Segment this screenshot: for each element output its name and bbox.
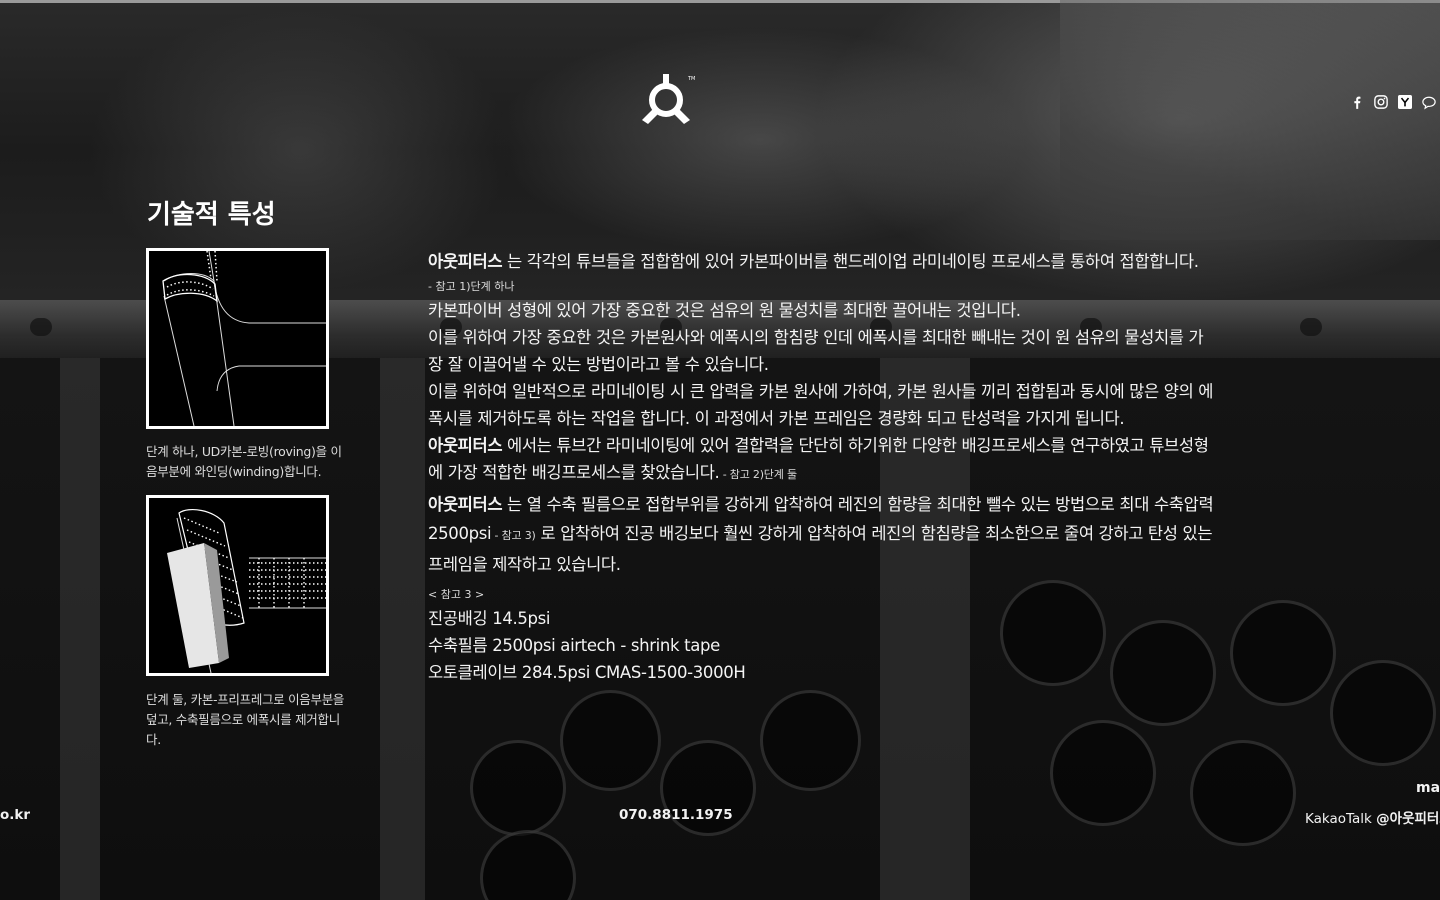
paragraph-2: 카본파이버 성형에 있어 가장 중요한 것은 섬유의 원 물성치를 최대한 끌어…: [428, 301, 1021, 320]
chat-bubble-icon[interactable]: [1422, 94, 1436, 110]
brand-name: 아웃피터스: [428, 495, 503, 514]
reference-3: - 참고 3): [491, 529, 536, 542]
technical-description: 아웃피터스 는 각각의 튜브들을 접합함에 있어 카본파이버를 핸드레이업 라미…: [428, 248, 1218, 686]
spec-item: 오토클레이브 284.5psi CMAS-1500-3000H: [428, 663, 746, 682]
instagram-icon[interactable]: [1374, 94, 1388, 110]
footer-website[interactable]: o.kr: [0, 807, 30, 823]
section-title: 기술적 특성: [147, 200, 276, 230]
footer-phone[interactable]: 070.8811.1975: [619, 807, 733, 823]
paragraph-1: 아웃피터스 는 각각의 튜브들을 접합함에 있어 카본파이버를 핸드레이업 라미…: [428, 252, 1199, 271]
step-one-caption: 단계 하나, UD카본-로빙(roving)을 이음부분에 와인딩(windin…: [146, 444, 342, 479]
paragraph-6: 아웃피터스 는 열 수축 필름으로 접합부위를 강하게 압착하여 레진의 함량을…: [428, 495, 1214, 574]
step-one-illustration: [146, 248, 329, 429]
paragraph-5: 아웃피터스 에서는 튜브간 라미네이팅에 있어 결합력을 단단히 하기위한 다양…: [428, 436, 1209, 482]
svg-text:TM: TM: [687, 76, 695, 82]
facebook-icon[interactable]: [1350, 94, 1364, 110]
reference-1: - 참고 1)단계 하나: [428, 280, 515, 293]
step-two-illustration: [146, 495, 329, 676]
spec-item: 수축필름 2500psi airtech - shrink tape: [428, 636, 720, 655]
brand-name: 아웃피터스: [428, 436, 503, 455]
y-icon[interactable]: [1398, 94, 1412, 110]
brand-logo[interactable]: TM: [638, 72, 698, 132]
paragraph-4: 이를 위하여 일반적으로 라미네이팅 시 큰 압력을 카본 원사에 가하여, 카…: [428, 382, 1214, 428]
reference-3-title: < 참고 3 >: [428, 588, 485, 601]
step-two-caption: 단계 둘, 카본-프리프레그로 이음부분을 덮고, 수축필름으로 에폭시를 제거…: [146, 692, 345, 747]
spec-item: 진공배깅 14.5psi: [428, 609, 551, 628]
reference-2: - 참고 2)단계 둘: [719, 468, 797, 481]
paragraph-3: 이를 위하여 가장 중요한 것은 카본원사와 에폭시의 함침량 인데 에폭시를 …: [428, 328, 1204, 374]
brand-name: 아웃피터스: [428, 252, 503, 271]
footer-kakaotalk[interactable]: KakaoTalk @아웃피터스: [1305, 807, 1440, 827]
footer-email-fragment[interactable]: ma: [1416, 780, 1440, 796]
social-links: [1350, 94, 1436, 110]
